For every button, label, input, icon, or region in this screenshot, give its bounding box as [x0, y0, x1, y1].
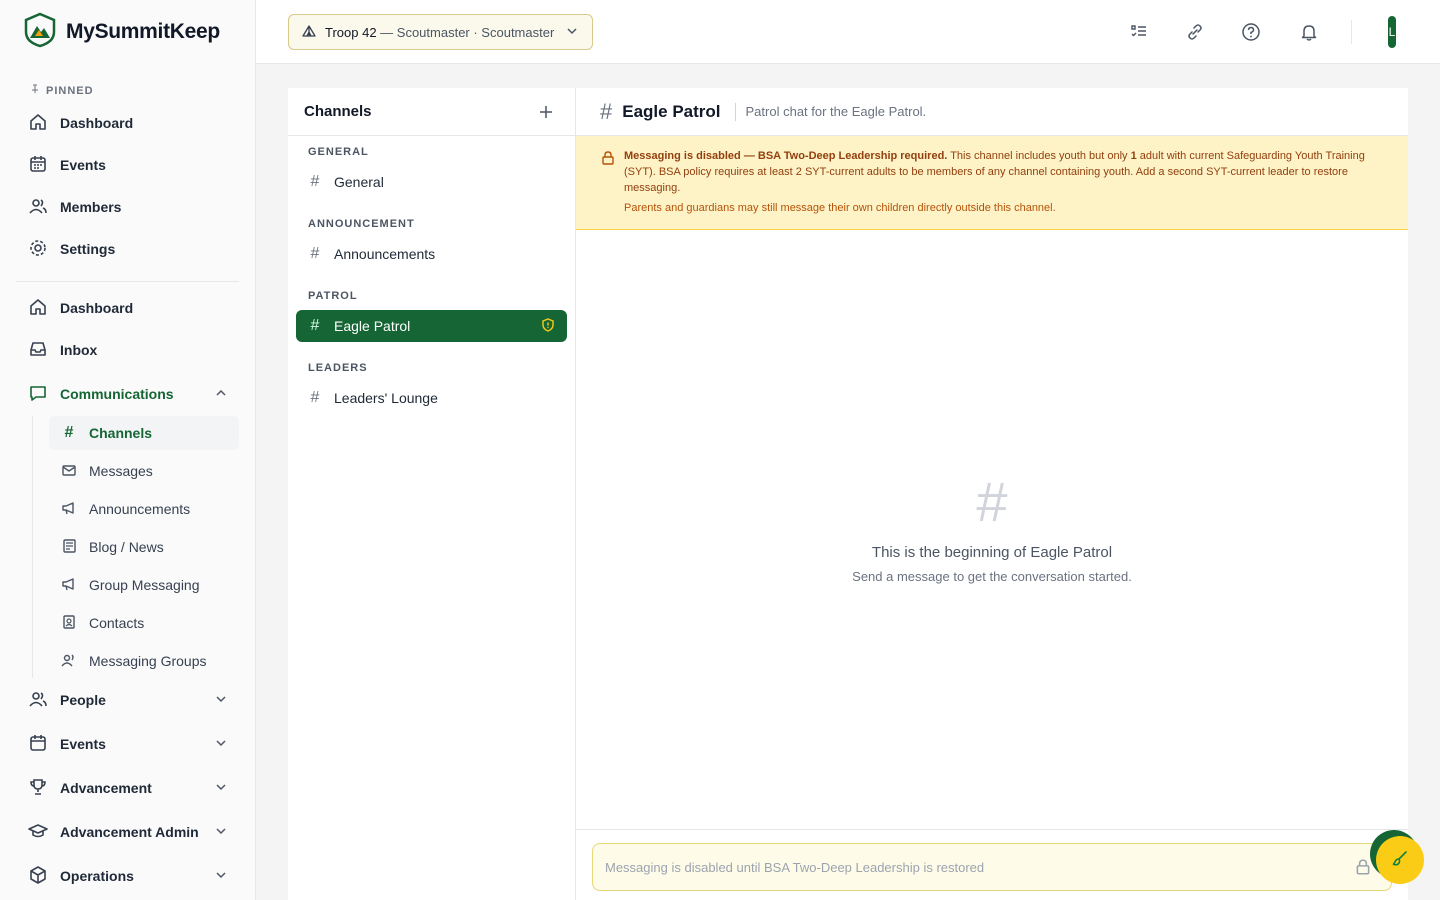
topbar-divider: [1351, 20, 1352, 44]
chat-title: Eagle Patrol: [622, 101, 721, 121]
quick-action-button[interactable]: [1376, 836, 1424, 884]
pinned-members[interactable]: Members: [16, 189, 239, 225]
box-icon: [28, 865, 48, 888]
checklist-icon[interactable]: [1127, 20, 1151, 44]
chat-panel: # Eagle Patrol Patrol chat for the Eagle…: [576, 88, 1408, 900]
warning-text: Messaging is disabled — BSA Two-Deep Lea…: [624, 150, 1365, 194]
sidebar-item-events[interactable]: Events: [16, 726, 239, 762]
sidebar-item-inbox[interactable]: Inbox: [16, 332, 239, 368]
sidebar-item-communications[interactable]: Communications: [16, 376, 239, 412]
chevron-down-icon[interactable]: [215, 824, 227, 840]
subnav-contacts[interactable]: Contacts: [49, 606, 239, 640]
subnav-blog-news[interactable]: Blog / News: [49, 530, 239, 564]
header-divider: [734, 102, 736, 121]
pinned-events[interactable]: Events: [16, 147, 239, 183]
pin-icon: [30, 84, 40, 97]
add-channel-button[interactable]: [538, 104, 554, 120]
sidebar: MySummitKeep PINNED Dashboard Events Mem…: [0, 0, 256, 900]
communications-subnav: # Channels Messages Announcements Blog /…: [32, 416, 255, 678]
megaphone-icon: [61, 500, 77, 519]
hash-icon: #: [310, 173, 320, 190]
lock-icon: [1354, 858, 1372, 881]
message-input[interactable]: Messaging is disabled until BSA Two-Deep…: [592, 843, 1392, 891]
users-icon: [61, 652, 77, 671]
calendar-icon: [28, 154, 48, 177]
chevron-up-icon[interactable]: [215, 386, 227, 402]
tent-icon: [301, 23, 317, 42]
help-icon[interactable]: [1239, 20, 1263, 44]
channels-header: Channels: [288, 88, 575, 136]
channels-title: Channels: [304, 103, 372, 120]
channel-group-label: ANNOUNCEMENT: [308, 218, 415, 230]
brand[interactable]: MySummitKeep: [0, 0, 255, 64]
hash-icon: #: [310, 389, 320, 406]
subnav-messaging-groups[interactable]: Messaging Groups: [49, 644, 239, 678]
calendar-icon: [28, 733, 48, 756]
lock-icon: [600, 150, 616, 171]
channel-general[interactable]: # General: [296, 166, 567, 198]
contact-icon: [61, 614, 77, 633]
sidebar-item-operations[interactable]: Operations: [16, 858, 239, 894]
channels-panel: Channels GENERAL # General ANNOUNCEMENT …: [288, 88, 576, 900]
hash-icon: #: [310, 317, 320, 334]
warning-subtext: Parents and guardians may still message …: [624, 202, 1056, 214]
chevron-down-icon[interactable]: [215, 780, 227, 796]
two-deep-warning-banner: Messaging is disabled — BSA Two-Deep Lea…: [576, 136, 1408, 230]
pinned-dashboard[interactable]: Dashboard: [16, 105, 239, 141]
subnav-announcements[interactable]: Announcements: [49, 492, 239, 526]
chevron-down-icon[interactable]: [215, 736, 227, 752]
link-icon[interactable]: [1183, 20, 1207, 44]
troop-selector[interactable]: Troop 42 — Scoutmaster · Scoutmaster: [288, 14, 593, 50]
mail-icon: [61, 462, 77, 481]
subnav-channels[interactable]: # Channels: [49, 416, 239, 450]
users-icon: [28, 196, 48, 219]
subnav-group-messaging[interactable]: Group Messaging: [49, 568, 239, 602]
hash-icon: #: [600, 98, 613, 124]
channel-eagle-patrol[interactable]: # Eagle Patrol: [296, 310, 567, 342]
sidebar-item-advancement-admin[interactable]: Advancement Admin: [16, 814, 239, 850]
graduation-icon: [28, 821, 48, 844]
empty-state: # This is the beginning of Eagle Patrol …: [576, 470, 1408, 585]
sidebar-item-people[interactable]: People: [16, 682, 239, 718]
inbox-icon: [28, 339, 48, 362]
pinned-settings[interactable]: Settings: [16, 231, 239, 267]
channel-announcements[interactable]: # Announcements: [296, 238, 567, 270]
subnav-messages[interactable]: Messages: [49, 454, 239, 488]
home-icon: [28, 112, 48, 135]
hash-icon: #: [310, 245, 320, 262]
shield-warning-icon: [541, 317, 555, 335]
chevron-down-icon[interactable]: [215, 692, 227, 708]
hash-icon: #: [976, 470, 1008, 533]
empty-state-subtitle: Send a message to get the conversation s…: [852, 569, 1132, 584]
channel-group-label: PATROL: [308, 290, 358, 302]
pinned-section-label: PINNED: [0, 84, 255, 97]
sidebar-item-advancement[interactable]: Advancement: [16, 770, 239, 806]
channel-group-label: GENERAL: [308, 146, 369, 158]
chevron-down-icon[interactable]: [215, 868, 227, 884]
logo-icon: [24, 12, 56, 53]
chat-bubble-icon: [28, 383, 48, 406]
channel-group-label: LEADERS: [308, 362, 368, 374]
brand-name: MySummitKeep: [66, 20, 220, 43]
users-icon: [28, 689, 48, 712]
channel-leaders-lounge[interactable]: # Leaders' Lounge: [296, 382, 567, 414]
gear-icon: [28, 238, 48, 261]
composer-area: Messaging is disabled until BSA Two-Deep…: [576, 829, 1408, 900]
brush-icon: [1391, 849, 1409, 872]
megaphone-icon: [61, 576, 77, 595]
hash-icon: #: [64, 424, 74, 441]
newspaper-icon: [61, 538, 77, 557]
troop-selector-label: Troop 42 — Scoutmaster · Scoutmaster: [325, 24, 555, 40]
chevron-down-icon: [566, 25, 578, 40]
avatar[interactable]: L: [1388, 16, 1396, 48]
sidebar-divider: [16, 281, 239, 282]
chat-description: Patrol chat for the Eagle Patrol.: [745, 104, 927, 119]
bell-icon[interactable]: [1297, 20, 1321, 44]
empty-state-title: This is the beginning of Eagle Patrol: [871, 544, 1113, 561]
trophy-icon: [28, 777, 48, 800]
chat-header: # Eagle Patrol Patrol chat for the Eagle…: [576, 88, 1408, 136]
sidebar-item-dashboard[interactable]: Dashboard: [16, 290, 239, 326]
home-icon: [28, 297, 48, 320]
top-bar: Troop 42 — Scoutmaster · Scoutmaster L: [256, 0, 1440, 64]
